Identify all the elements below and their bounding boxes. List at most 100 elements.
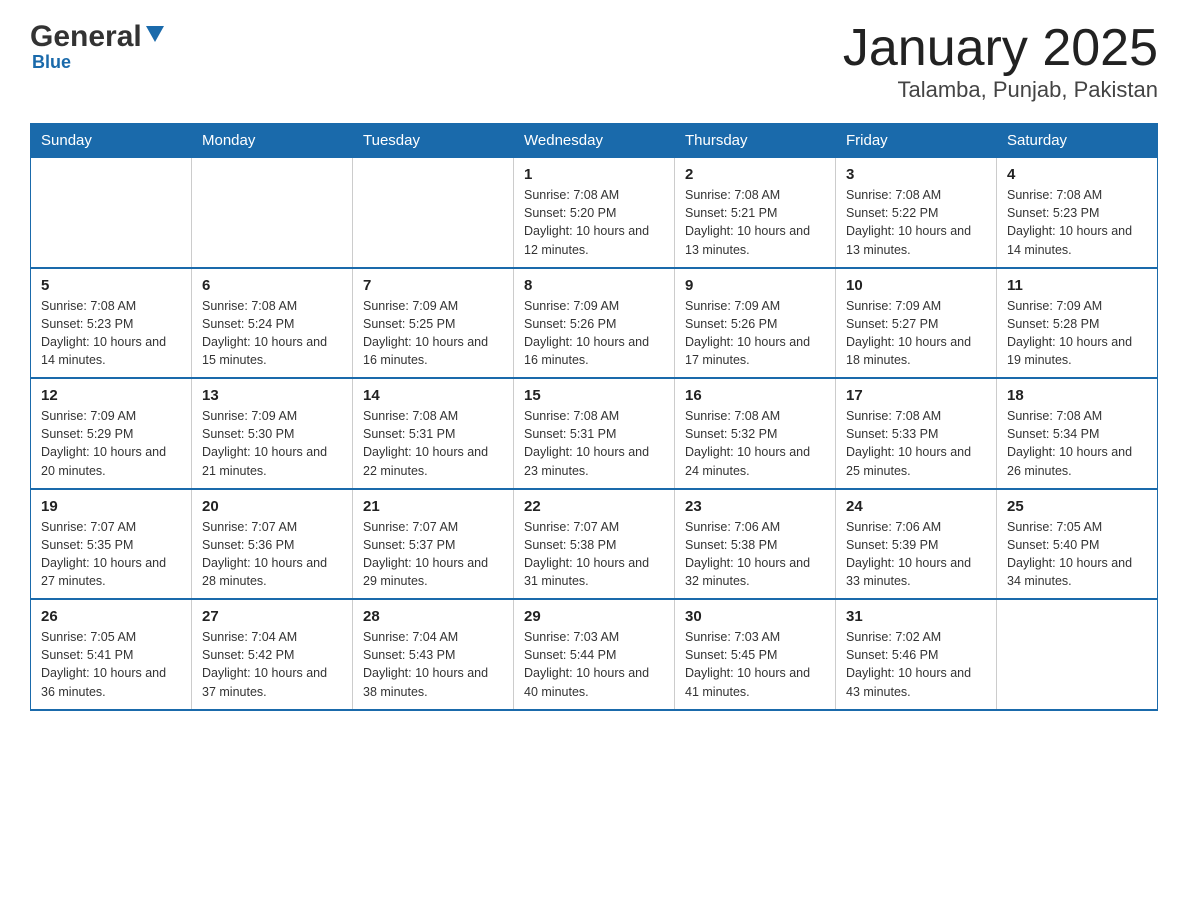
- title-block: January 2025 Talamba, Punjab, Pakistan: [843, 20, 1158, 103]
- day-number: 26: [41, 608, 181, 625]
- day-number: 4: [1007, 166, 1147, 183]
- day-number: 19: [41, 498, 181, 515]
- calendar-cell: 11 Sunrise: 7:09 AM Sunset: 5:28 PM Dayli…: [997, 268, 1158, 379]
- day-info: Sunrise: 7:08 AM Sunset: 5:22 PM Dayligh…: [846, 186, 986, 259]
- calendar-cell: 19 Sunrise: 7:07 AM Sunset: 5:35 PM Dayli…: [31, 489, 192, 600]
- calendar-cell: 13Sunrise: 7:09 AM Sunset: 5:30 PM Dayli…: [192, 378, 353, 489]
- calendar-cell: 20 Sunrise: 7:07 AM Sunset: 5:36 PM Dayli…: [192, 489, 353, 600]
- day-info: Sunrise: 7:09 AM Sunset: 5:28 PM Dayligh…: [1007, 297, 1147, 370]
- calendar-cell: [353, 158, 514, 268]
- logo-general-text: General: [30, 20, 142, 54]
- calendar-header-row: Sunday Monday Tuesday Wednesday Thursday…: [31, 124, 1158, 158]
- day-number: 23: [685, 498, 825, 515]
- calendar-week-row: 1 Sunrise: 7:08 AM Sunset: 5:20 PM Daylig…: [31, 158, 1158, 268]
- day-number: 30: [685, 608, 825, 625]
- header-thursday: Thursday: [675, 124, 836, 158]
- day-info: Sunrise: 7:08 AM Sunset: 5:24 PM Dayligh…: [202, 297, 342, 370]
- day-info: Sunrise: 7:09 AM Sunset: 5:26 PM Dayligh…: [685, 297, 825, 370]
- calendar-cell: 25Sunrise: 7:05 AM Sunset: 5:40 PM Dayli…: [997, 489, 1158, 600]
- day-number: 29: [524, 608, 664, 625]
- calendar-cell: 9 Sunrise: 7:09 AM Sunset: 5:26 PM Daylig…: [675, 268, 836, 379]
- day-info: Sunrise: 7:06 AM Sunset: 5:39 PM Dayligh…: [846, 518, 986, 591]
- calendar-cell: 28 Sunrise: 7:04 AM Sunset: 5:43 PM Dayli…: [353, 599, 514, 710]
- header-saturday: Saturday: [997, 124, 1158, 158]
- calendar-cell: 2 Sunrise: 7:08 AM Sunset: 5:21 PM Daylig…: [675, 158, 836, 268]
- page-header: General Blue January 2025 Talamba, Punja…: [30, 20, 1158, 103]
- calendar-cell: 23 Sunrise: 7:06 AM Sunset: 5:38 PM Dayli…: [675, 489, 836, 600]
- day-number: 14: [363, 387, 503, 404]
- day-info: Sunrise: 7:09 AM Sunset: 5:27 PM Dayligh…: [846, 297, 986, 370]
- day-info: Sunrise: 7:05 AM Sunset: 5:41 PM Dayligh…: [41, 628, 181, 701]
- day-number: 6: [202, 277, 342, 294]
- day-info: Sunrise: 7:07 AM Sunset: 5:35 PM Dayligh…: [41, 518, 181, 591]
- day-number: 27: [202, 608, 342, 625]
- header-tuesday: Tuesday: [353, 124, 514, 158]
- calendar-cell: 29 Sunrise: 7:03 AM Sunset: 5:44 PM Dayli…: [514, 599, 675, 710]
- day-number: 13: [202, 387, 342, 404]
- day-info: Sunrise: 7:08 AM Sunset: 5:20 PM Dayligh…: [524, 186, 664, 259]
- calendar-cell: 24 Sunrise: 7:06 AM Sunset: 5:39 PM Dayli…: [836, 489, 997, 600]
- day-number: 8: [524, 277, 664, 294]
- day-info: Sunrise: 7:08 AM Sunset: 5:21 PM Dayligh…: [685, 186, 825, 259]
- day-number: 24: [846, 498, 986, 515]
- calendar-cell: 6 Sunrise: 7:08 AM Sunset: 5:24 PM Daylig…: [192, 268, 353, 379]
- day-number: 12: [41, 387, 181, 404]
- calendar-table: Sunday Monday Tuesday Wednesday Thursday…: [30, 123, 1158, 711]
- day-number: 20: [202, 498, 342, 515]
- header-monday: Monday: [192, 124, 353, 158]
- calendar-cell: 5 Sunrise: 7:08 AM Sunset: 5:23 PM Daylig…: [31, 268, 192, 379]
- day-number: 10: [846, 277, 986, 294]
- day-info: Sunrise: 7:08 AM Sunset: 5:23 PM Dayligh…: [41, 297, 181, 370]
- calendar-cell: 14 Sunrise: 7:08 AM Sunset: 5:31 PM Dayli…: [353, 378, 514, 489]
- calendar-cell: 30 Sunrise: 7:03 AM Sunset: 5:45 PM Dayli…: [675, 599, 836, 710]
- day-info: Sunrise: 7:09 AM Sunset: 5:25 PM Dayligh…: [363, 297, 503, 370]
- calendar-week-row: 5 Sunrise: 7:08 AM Sunset: 5:23 PM Daylig…: [31, 268, 1158, 379]
- day-number: 17: [846, 387, 986, 404]
- day-number: 21: [363, 498, 503, 515]
- day-number: 9: [685, 277, 825, 294]
- day-number: 28: [363, 608, 503, 625]
- calendar-cell: 22Sunrise: 7:07 AM Sunset: 5:38 PM Dayli…: [514, 489, 675, 600]
- day-info: Sunrise: 7:08 AM Sunset: 5:33 PM Dayligh…: [846, 407, 986, 480]
- header-sunday: Sunday: [31, 124, 192, 158]
- day-number: 2: [685, 166, 825, 183]
- day-number: 5: [41, 277, 181, 294]
- calendar-cell: 12Sunrise: 7:09 AM Sunset: 5:29 PM Dayli…: [31, 378, 192, 489]
- calendar-cell: 4Sunrise: 7:08 AM Sunset: 5:23 PM Daylig…: [997, 158, 1158, 268]
- calendar-week-row: 12Sunrise: 7:09 AM Sunset: 5:29 PM Dayli…: [31, 378, 1158, 489]
- day-number: 3: [846, 166, 986, 183]
- day-info: Sunrise: 7:03 AM Sunset: 5:45 PM Dayligh…: [685, 628, 825, 701]
- day-info: Sunrise: 7:04 AM Sunset: 5:43 PM Dayligh…: [363, 628, 503, 701]
- logo-arrow-icon: [144, 24, 166, 46]
- calendar-cell: 16Sunrise: 7:08 AM Sunset: 5:32 PM Dayli…: [675, 378, 836, 489]
- header-wednesday: Wednesday: [514, 124, 675, 158]
- day-number: 7: [363, 277, 503, 294]
- calendar-cell: [31, 158, 192, 268]
- calendar-cell: 31 Sunrise: 7:02 AM Sunset: 5:46 PM Dayli…: [836, 599, 997, 710]
- day-info: Sunrise: 7:06 AM Sunset: 5:38 PM Dayligh…: [685, 518, 825, 591]
- calendar-cell: [997, 599, 1158, 710]
- day-number: 25: [1007, 498, 1147, 515]
- calendar-cell: 17 Sunrise: 7:08 AM Sunset: 5:33 PM Dayli…: [836, 378, 997, 489]
- day-info: Sunrise: 7:04 AM Sunset: 5:42 PM Dayligh…: [202, 628, 342, 701]
- calendar-subtitle: Talamba, Punjab, Pakistan: [843, 77, 1158, 103]
- day-number: 31: [846, 608, 986, 625]
- day-number: 18: [1007, 387, 1147, 404]
- day-number: 1: [524, 166, 664, 183]
- day-info: Sunrise: 7:08 AM Sunset: 5:32 PM Dayligh…: [685, 407, 825, 480]
- day-info: Sunrise: 7:07 AM Sunset: 5:37 PM Dayligh…: [363, 518, 503, 591]
- calendar-title: January 2025: [843, 20, 1158, 77]
- day-info: Sunrise: 7:02 AM Sunset: 5:46 PM Dayligh…: [846, 628, 986, 701]
- day-number: 11: [1007, 277, 1147, 294]
- day-info: Sunrise: 7:07 AM Sunset: 5:38 PM Dayligh…: [524, 518, 664, 591]
- day-info: Sunrise: 7:07 AM Sunset: 5:36 PM Dayligh…: [202, 518, 342, 591]
- calendar-cell: 3 Sunrise: 7:08 AM Sunset: 5:22 PM Daylig…: [836, 158, 997, 268]
- calendar-cell: 21 Sunrise: 7:07 AM Sunset: 5:37 PM Dayli…: [353, 489, 514, 600]
- header-friday: Friday: [836, 124, 997, 158]
- calendar-cell: 10 Sunrise: 7:09 AM Sunset: 5:27 PM Dayli…: [836, 268, 997, 379]
- day-info: Sunrise: 7:03 AM Sunset: 5:44 PM Dayligh…: [524, 628, 664, 701]
- calendar-cell: [192, 158, 353, 268]
- calendar-cell: 26 Sunrise: 7:05 AM Sunset: 5:41 PM Dayli…: [31, 599, 192, 710]
- logo: General Blue: [30, 20, 166, 73]
- day-info: Sunrise: 7:08 AM Sunset: 5:31 PM Dayligh…: [363, 407, 503, 480]
